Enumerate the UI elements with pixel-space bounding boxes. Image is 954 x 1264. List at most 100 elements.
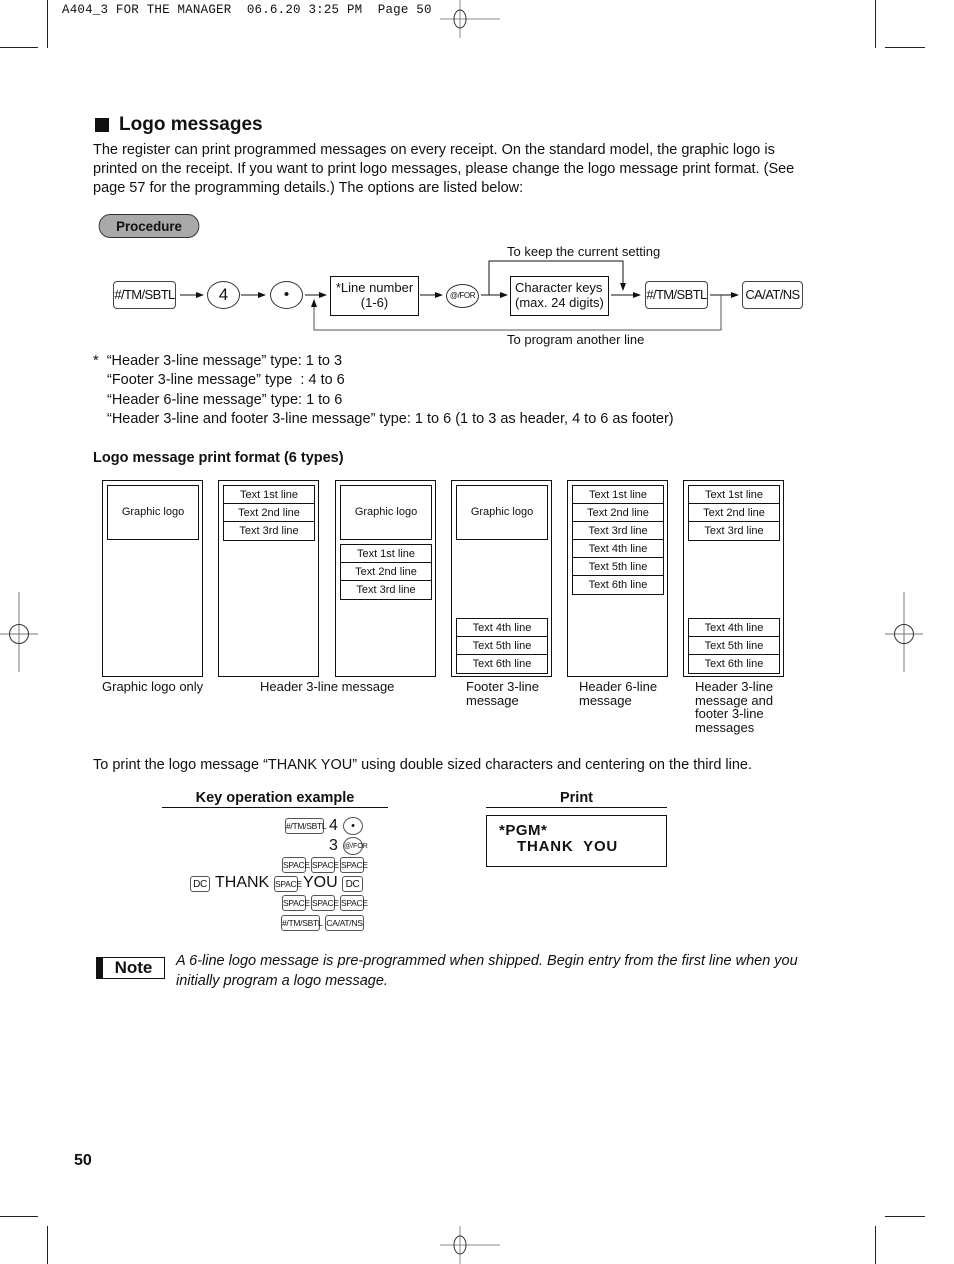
crop-mark bbox=[875, 0, 876, 48]
text-line: Text 4th line bbox=[457, 619, 547, 637]
format-header-3-line: Text 1st line Text 2nd line Text 3rd lin… bbox=[218, 480, 319, 677]
key-tm-sbtl[interactable]: #/TM/SBTL bbox=[285, 818, 327, 834]
print-heading: Print bbox=[486, 790, 667, 808]
text-line: Text 2nd line bbox=[341, 563, 431, 581]
print-result-box: *PGM* THANK YOU bbox=[486, 815, 667, 867]
text-line: Text 5th line bbox=[573, 558, 663, 576]
text-lines-block: Text 1st line Text 2nd line Text 3rd lin… bbox=[572, 485, 664, 595]
footnote-line: * “Header 3-line message” type: 1 to 3 bbox=[93, 353, 343, 369]
crop-mark bbox=[885, 1216, 925, 1217]
key-dot[interactable]: • bbox=[270, 281, 303, 309]
text-lines-block: Text 4th line Text 5th line Text 6th lin… bbox=[688, 618, 780, 674]
text-lines-block: Text 1st line Text 2nd line Text 3rd lin… bbox=[688, 485, 780, 541]
key-4[interactable]: 4 bbox=[207, 281, 240, 309]
print-line-pgm: *PGM* bbox=[499, 822, 548, 839]
caption-line: Footer 3-line bbox=[466, 679, 539, 694]
note-badge: Note bbox=[96, 957, 165, 979]
text-line: Text 3rd line bbox=[704, 525, 764, 537]
text-lines-block: Text 4th line Text 5th line Text 6th lin… bbox=[456, 618, 548, 674]
key-tm-sbtl[interactable]: #/TM/SBTL bbox=[281, 915, 323, 931]
caption-line: footer 3-line bbox=[695, 706, 764, 721]
text-line: Text 1st line bbox=[573, 486, 663, 504]
crop-mark bbox=[885, 47, 925, 48]
text-line: Text 6th line bbox=[588, 579, 648, 591]
key-space[interactable]: SPACE bbox=[340, 895, 368, 911]
caption-line: message and bbox=[695, 692, 774, 708]
footnote-line: “Header 3-line and footer 3-line message… bbox=[107, 410, 674, 427]
registration-mark-icon bbox=[440, 0, 500, 38]
program-another-line-label: To program another line bbox=[507, 332, 645, 347]
key-dc[interactable]: DC bbox=[342, 876, 363, 892]
note-line: initially program a logo message. bbox=[176, 972, 388, 989]
format-header-6-line: Text 1st line Text 2nd line Text 3rd lin… bbox=[567, 480, 668, 677]
text-line: Text 2nd line bbox=[573, 504, 663, 522]
text-line: Text 4th line bbox=[573, 540, 663, 558]
footnotes: * “Header 3-line message” type: 1 to 3 “… bbox=[93, 352, 674, 429]
format-header-and-footer: Text 1st line Text 2nd line Text 3rd lin… bbox=[683, 480, 784, 677]
digit-4: 4 bbox=[329, 817, 338, 834]
text-you: YOU bbox=[303, 874, 338, 891]
format-caption: Footer 3-line message bbox=[466, 680, 539, 707]
key-ca-at-ns[interactable]: CA/AT/NS bbox=[742, 281, 803, 309]
note-badge-label: Note bbox=[114, 958, 153, 977]
text-line: Text 1st line bbox=[224, 486, 314, 504]
format-footer-3-line: Graphic logo Text 4th line Text 5th line… bbox=[451, 480, 552, 677]
text-line: Text 6th line bbox=[472, 658, 532, 670]
text-line: Text 3rd line bbox=[573, 522, 663, 540]
registration-mark-icon bbox=[440, 1226, 500, 1264]
registration-mark-icon bbox=[0, 592, 38, 672]
text-line: Text 6th line bbox=[704, 658, 764, 670]
text-line: Text 2nd line bbox=[224, 504, 314, 522]
line-number-box: *Line number (1-6) bbox=[330, 276, 419, 316]
section-title: Logo messages bbox=[95, 114, 263, 136]
crop-mark bbox=[47, 0, 48, 48]
crop-mark bbox=[47, 1226, 48, 1264]
caption-line: messages bbox=[695, 719, 755, 735]
key-space[interactable]: SPACE bbox=[340, 857, 368, 873]
text-lines-block: Text 1st line Text 2nd line Text 3rd lin… bbox=[223, 485, 315, 541]
text-line: Text 5th line bbox=[689, 637, 779, 655]
key-dc[interactable]: DC bbox=[190, 876, 210, 892]
caption-line: message bbox=[466, 692, 519, 708]
format-caption: Header 6-line message bbox=[579, 680, 657, 707]
crop-mark bbox=[0, 1216, 38, 1217]
format-caption: Graphic logo only bbox=[102, 679, 204, 694]
character-keys-box: Character keys (max. 24 digits) bbox=[510, 276, 609, 316]
key-tm-sbtl[interactable]: #/TM/SBTL bbox=[113, 281, 176, 309]
line-number-label: *Line number bbox=[335, 280, 414, 295]
text-thank: THANK bbox=[215, 874, 270, 891]
key-dot[interactable]: • bbox=[343, 817, 363, 835]
graphic-logo-block: Graphic logo bbox=[107, 485, 199, 540]
section-title-text: Logo messages bbox=[119, 114, 263, 135]
key-space[interactable]: SPACE bbox=[311, 895, 339, 911]
note-line: A 6-line logo message is pre-programmed … bbox=[176, 953, 798, 969]
key-operation-heading: Key operation example bbox=[162, 790, 388, 808]
note-text: A 6-line logo message is pre-programmed … bbox=[176, 952, 816, 991]
registration-mark-icon bbox=[885, 592, 923, 672]
text-line: Text 2nd line bbox=[689, 504, 779, 522]
text-line: Text 3rd line bbox=[239, 525, 299, 537]
format-caption: Header 3-line message and footer 3-line … bbox=[695, 680, 773, 734]
key-tm-sbtl[interactable]: #/TM/SBTL bbox=[645, 281, 708, 309]
formats-heading: Logo message print format (6 types) bbox=[93, 450, 344, 466]
procedure-label: Procedure bbox=[98, 214, 200, 238]
character-keys-limit: (max. 24 digits) bbox=[515, 295, 604, 310]
bullet-square-icon bbox=[95, 118, 109, 132]
footnote-line: “Header 6-line message” type: 1 to 6 bbox=[107, 391, 343, 408]
example-intro: To print the logo message “THANK YOU” us… bbox=[93, 757, 753, 773]
key-space[interactable]: SPACE bbox=[282, 857, 310, 873]
text-line: Text 4th line bbox=[689, 619, 779, 637]
key-ca-at-ns[interactable]: CA/AT/NS bbox=[325, 915, 364, 931]
key-space[interactable]: SPACE bbox=[311, 857, 339, 873]
format-header-3-line-with-logo: Graphic logo Text 1st line Text 2nd line… bbox=[335, 480, 436, 677]
caption-line: Header 6-line bbox=[579, 679, 658, 694]
crop-mark bbox=[0, 47, 38, 48]
key-space[interactable]: SPACE bbox=[282, 895, 310, 911]
key-at-for[interactable]: @/FOR bbox=[446, 284, 479, 308]
text-line: Text 3rd line bbox=[356, 584, 416, 596]
key-at-for[interactable]: @/FOR bbox=[343, 837, 368, 855]
crop-mark bbox=[875, 1226, 876, 1264]
graphic-logo-block: Graphic logo bbox=[456, 485, 548, 540]
key-space[interactable]: SPACE bbox=[274, 876, 302, 892]
text-line: Text 1st line bbox=[341, 545, 431, 563]
